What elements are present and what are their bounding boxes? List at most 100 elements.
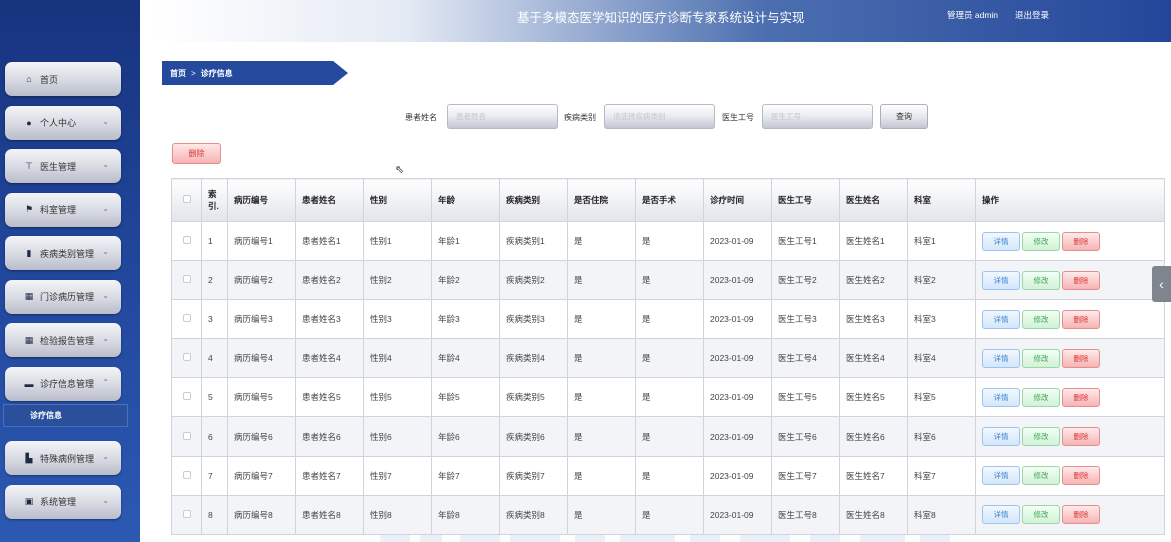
sidebar-item[interactable]: ▣ 系统管理 ⌄ [5,484,121,519]
table-cell: 是 [567,220,636,262]
row-checkbox[interactable] [182,236,191,245]
sidebar-item[interactable]: ▮ 疾病类别管理 ⌄ [5,236,121,270]
detail-button[interactable]: 详情 [982,427,1020,447]
breadcrumb-home[interactable]: 首页 [170,69,186,78]
detail-button[interactable]: 详情 [982,348,1020,368]
detail-button[interactable]: 详情 [982,309,1020,329]
settings-square-icon: ▣ [24,496,34,506]
sidebar-item[interactable]: ⌂ 首页 [5,62,121,96]
table-cell: 医生姓名4 [839,338,908,379]
table-cell: 患者姓名7 [295,455,364,496]
disease-category-select[interactable] [604,104,715,129]
actions-cell: 详情 修改 删除 [975,299,1165,340]
submenu-item-diagnosis[interactable]: 诊疗信息 [3,404,128,427]
edit-button[interactable]: 修改 [1022,466,1060,486]
detail-button[interactable]: 详情 [982,387,1020,407]
table-cell: 是 [567,416,636,457]
detail-button[interactable]: 详情 [982,231,1020,251]
delete-button[interactable]: 删除 [1062,348,1100,368]
table-cell: 2023-01-09 [703,299,772,340]
table-cell: 病历编号5 [227,377,296,418]
sidebar-item-label: 检验报告管理 [40,335,95,346]
table-cell: 科室5 [907,377,976,418]
edit-button[interactable]: 修改 [1022,427,1060,447]
table-cell: 病历编号1 [227,220,296,262]
table-cell: 2023-01-09 [703,260,772,301]
table-cell: 患者姓名2 [295,260,364,301]
table-header-row: 索引. 病历编号 患者姓名 性别 年龄 疾病类别 是否住院 是否手术 诊疗时间 医生工号 医生姓名科… [171,178,1165,222]
sidebar-item[interactable]: ⊤ 医生管理 ⌄ [5,149,121,183]
sidebar-item[interactable]: ▦ 门诊病历管理 ⌄ [5,279,121,314]
edit-button[interactable]: 修改 [1022,387,1060,407]
table-cell: 2 [201,260,228,301]
index-header-line-1: 索 [208,189,217,199]
batch-delete-button[interactable]: 删除 [172,143,221,164]
sidebar-item[interactable]: ▦ 检验报告管理 ⌄ [5,323,121,357]
table-cell: 医生工号2 [771,260,840,301]
edit-button[interactable]: 修改 [1022,270,1060,290]
row-checkbox[interactable] [182,353,191,362]
edit-button[interactable]: 修改 [1022,348,1060,368]
user-icon: ● [26,117,32,128]
table-cell: 年龄7 [431,455,500,496]
sidebar-item[interactable]: ▬ 诊疗信息管理 ⌃ [5,366,121,401]
chevron-icon: ⌄ [102,203,109,213]
actions-cell: 详情 修改 删除 [975,416,1165,457]
doctor-id-input[interactable] [762,104,873,129]
table-cell: 6 [201,416,228,457]
chevron-icon: ⌄ [102,452,109,461]
sidebar-item-label: 个人中心 [40,118,77,128]
sidebar-item-label: 科室管理 [40,205,77,215]
table-cell: 年龄6 [431,416,500,457]
edit-button[interactable]: 修改 [1022,505,1060,525]
select-all-checkbox[interactable] [182,195,191,203]
table-cell: 医生工号8 [771,494,840,535]
row-checkbox[interactable] [182,509,191,518]
row-checkbox-cell [171,455,202,496]
delete-button[interactable]: 删除 [1062,427,1100,447]
delete-button[interactable]: 删除 [1062,309,1100,329]
delete-button[interactable]: 删除 [1062,466,1100,486]
row-checkbox[interactable] [182,431,191,440]
row-checkbox-cell [171,260,202,301]
delete-button[interactable]: 删除 [1062,387,1100,407]
patient-name-input[interactable] [447,104,558,129]
doctor-icon: ⊤ [25,160,33,171]
delete-button[interactable]: 删除 [1062,231,1100,251]
sidebar-item[interactable]: ● 个人中心 ⌄ [5,105,121,140]
table-cell: 2023-01-09 [703,494,772,535]
delete-button[interactable]: 删除 [1062,270,1100,290]
chevron-left-icon[interactable]: ‹ [1152,266,1171,302]
table-cell: 是 [635,416,704,457]
breadcrumb-current: 诊疗信息 [200,69,233,78]
logout-link[interactable]: 退出登录 [1015,9,1049,21]
table-cell: 医生姓名7 [839,455,908,496]
row-checkbox-cell [171,299,202,340]
detail-button[interactable]: 详情 [982,270,1020,290]
column-header: 索引. [201,178,228,222]
table-cell: 年龄4 [431,338,500,379]
table-row: 8 病历编号8 患者姓名8 性别8 年龄8 疾病类别8 是是 2023-01-09 医生工号8 医… [171,494,1165,535]
row-checkbox[interactable] [182,470,191,479]
sidebar-item[interactable]: ⚑ 科室管理 ⌄ [5,192,121,227]
detail-button[interactable]: 详情 [982,505,1020,525]
delete-button[interactable]: 删除 [1062,505,1100,525]
edit-button[interactable]: 修改 [1022,231,1060,251]
actions-cell: 详情 修改 删除 [975,260,1165,301]
row-checkbox[interactable] [182,392,191,401]
sidebar-item-label: 医生管理 [40,161,77,172]
table-cell: 是 [635,494,704,535]
sidebar-item[interactable]: ▙ 特殊病例管理 ⌄ [5,441,121,475]
edit-button[interactable]: 修改 [1022,309,1060,329]
row-checkbox[interactable] [182,275,191,284]
chevron-icon: ⌄ [102,290,109,300]
sidebar-item-label: 疾病类别管理 [40,248,95,259]
table-cell: 患者姓名1 [295,220,364,262]
row-checkbox[interactable] [182,314,191,323]
detail-button[interactable]: 详情 [982,466,1020,486]
table-cell: 是 [635,455,704,496]
query-button[interactable]: 查询 [880,104,928,129]
row-checkbox-cell [171,377,202,418]
table-cell: 年龄2 [431,260,500,301]
table-cell: 患者姓名5 [295,377,364,418]
